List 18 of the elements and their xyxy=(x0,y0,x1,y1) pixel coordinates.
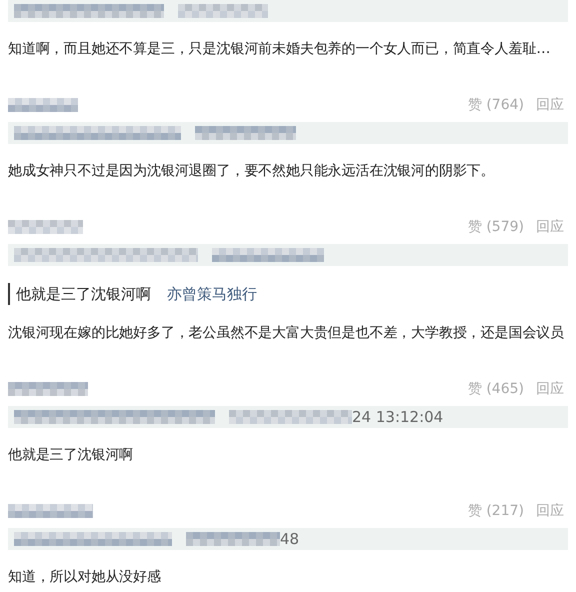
like-link[interactable]: 赞 (465) xyxy=(468,380,524,398)
comment-text: 知道，所以对她从没好感 xyxy=(8,568,162,587)
comment-text: 沈银河现在嫁的比她好多了，老公虽然不是大富大贵但是也不差，大学教授，还是国会议员 xyxy=(8,324,566,343)
reply-link[interactable]: 回应 xyxy=(536,380,564,398)
pixelated-text-drawing xyxy=(8,98,78,112)
timestamp: 48 xyxy=(280,530,300,548)
reply-link[interactable]: 回应 xyxy=(536,96,564,114)
like-link[interactable]: 赞 (217) xyxy=(468,502,524,520)
like-link[interactable]: 赞 (579) xyxy=(468,218,524,236)
reply-link[interactable]: 回应 xyxy=(536,502,564,520)
timestamp: 24 13:12:04 xyxy=(352,408,444,426)
comment-text: 她成女神只不过是因为沈银河退圈了，要不然她只能永远活在沈银河的阴影下。 xyxy=(8,162,496,181)
comment-text: 他就是三了沈银河啊 xyxy=(8,446,134,465)
comment-text: 知道啊，而且她还不算是三，只是沈银河前未婚夫包养的一个女人而已，简直令人羞耻… xyxy=(8,40,552,59)
reply-link[interactable]: 回应 xyxy=(536,218,564,236)
quoted-author-link[interactable]: 亦曾策马独行 xyxy=(167,284,257,304)
like-link[interactable]: 赞 (764) xyxy=(468,96,524,114)
quoted-text: 他就是三了沈银河啊 xyxy=(16,284,151,304)
